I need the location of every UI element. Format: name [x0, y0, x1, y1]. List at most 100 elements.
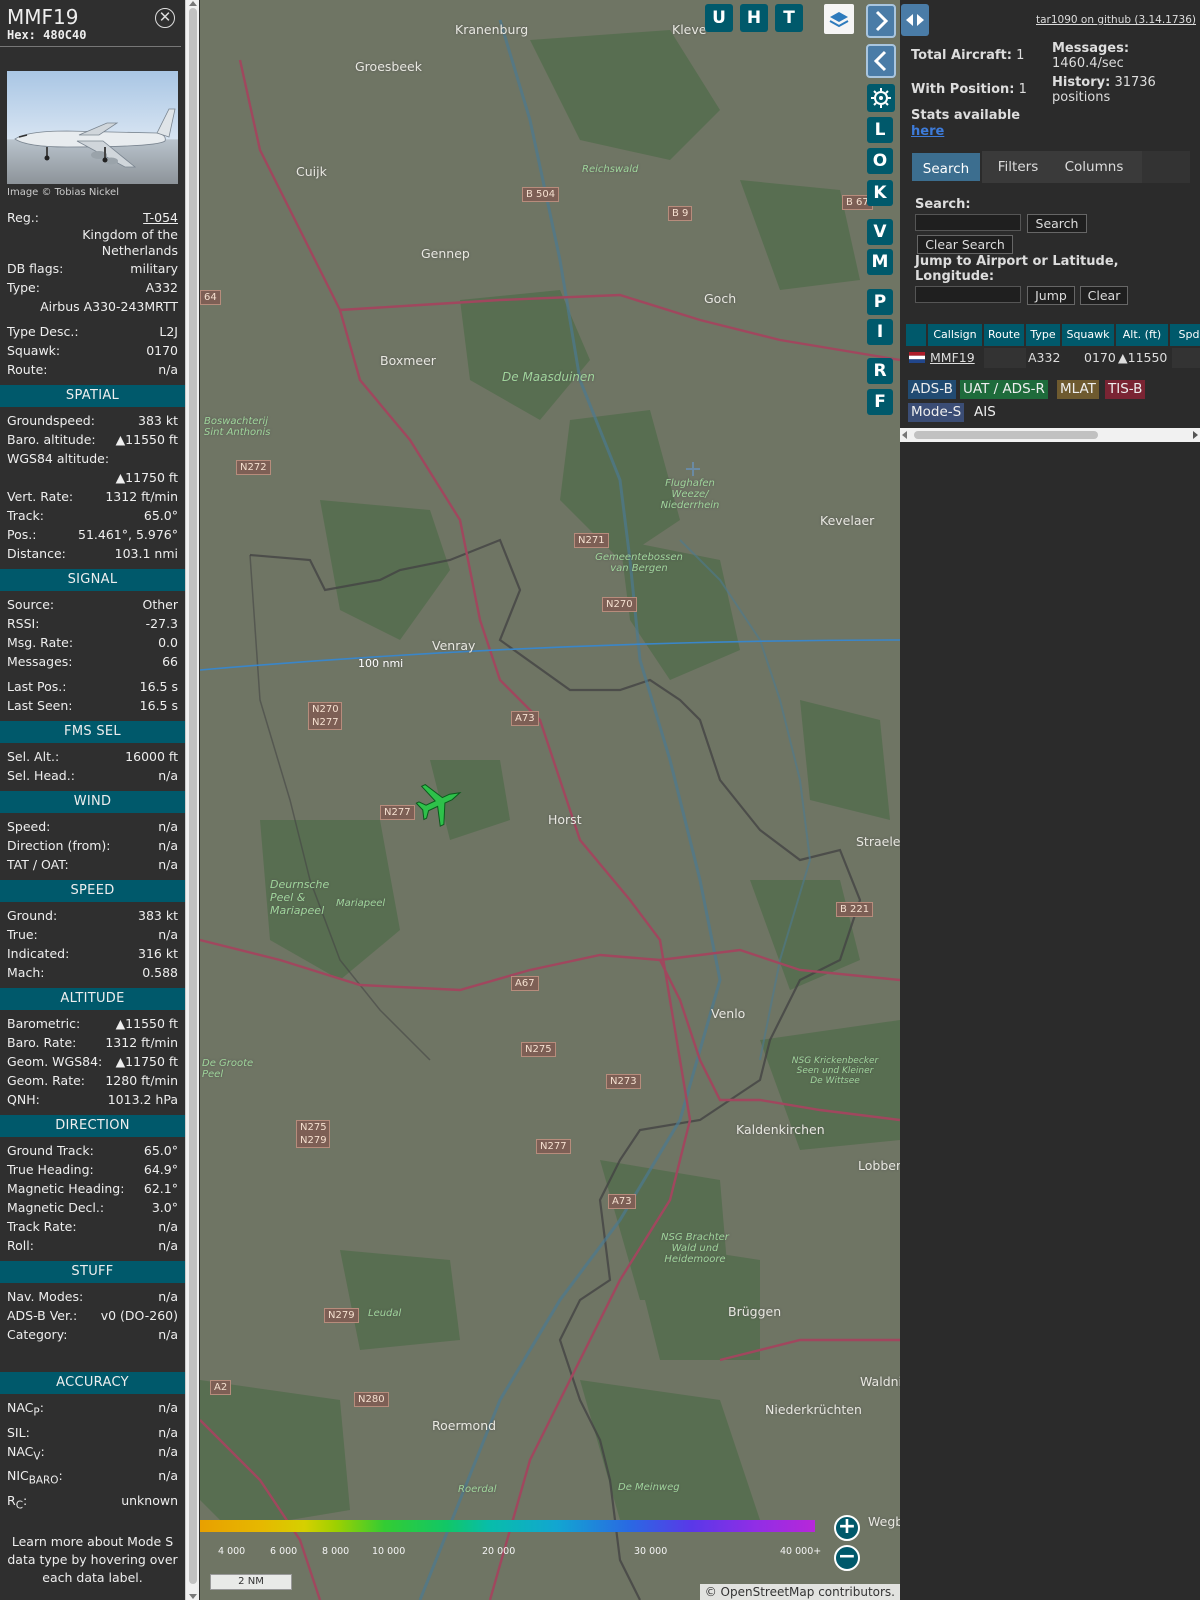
- map-button-u[interactable]: U: [705, 4, 733, 32]
- nacp-value: n/a: [158, 1400, 178, 1415]
- road-shield: A73: [608, 1194, 636, 1209]
- clear-button[interactable]: Clear: [1080, 286, 1128, 305]
- map-button-o[interactable]: O: [867, 148, 893, 174]
- type-full: Airbus A330-243MRTT: [40, 299, 178, 314]
- area-label: Gemeentebossen van Bergen: [595, 552, 683, 574]
- geom-value: ▲11750 ft: [115, 1054, 178, 1069]
- hscroll-thumb[interactable]: [914, 431, 1098, 439]
- area-label: NSG Krickenbecker Seen und Kleiner De Wi…: [791, 1056, 879, 1086]
- close-icon[interactable]: ✕: [155, 8, 175, 28]
- tab-filters[interactable]: Filters: [988, 151, 1048, 183]
- adsbver-row: ADS-B Ver.: v0 (DO-260): [0, 1306, 185, 1325]
- barometric-label: Barometric:: [7, 1016, 81, 1031]
- column-header-altitude[interactable]: Alt. (ft): [1116, 324, 1170, 346]
- search-button[interactable]: Search: [1027, 214, 1087, 233]
- settings-button[interactable]: [867, 84, 895, 112]
- type-value: A332: [145, 280, 178, 295]
- geomrate-value: 1280 ft/min: [105, 1073, 178, 1088]
- map-button-t[interactable]: T: [775, 4, 803, 32]
- nic-label-sub: BARO: [28, 1474, 59, 1487]
- scroll-thumb[interactable]: [189, 8, 197, 1584]
- reg-label: Reg.:: [7, 210, 39, 225]
- zoom-out-button[interactable]: −: [834, 1545, 860, 1571]
- source-badge-modes: Mode-S: [908, 403, 965, 422]
- road-shield: N277: [380, 805, 415, 820]
- vrate-label: Vert. Rate:: [7, 489, 74, 504]
- scroll-down-arrow-icon[interactable]: [189, 1594, 197, 1599]
- trate-row: Track Rate: n/a: [0, 1217, 185, 1236]
- legend-tick: 10 000: [372, 1546, 406, 1557]
- thead-row: True Heading: 64.9°: [0, 1160, 185, 1179]
- gtrack-label: Ground Track:: [7, 1143, 94, 1158]
- modes-help-note: Learn more about Mode S data type by hov…: [7, 1534, 178, 1585]
- github-link[interactable]: tar1090 on github (3.14.1736): [1036, 14, 1196, 26]
- tab-search[interactable]: Search: [910, 151, 982, 183]
- road-shield: N272: [236, 460, 271, 475]
- map-button-m[interactable]: M: [867, 249, 893, 275]
- range-ring-label: 100 nmi: [358, 657, 404, 670]
- tab-empty[interactable]: [1142, 151, 1190, 183]
- row-callsign[interactable]: MMF19: [930, 348, 975, 368]
- jump-input[interactable]: [915, 286, 1021, 303]
- zoom-in-button[interactable]: +: [834, 1515, 860, 1541]
- osm-link[interactable]: OpenStreetMap: [721, 1585, 815, 1599]
- qnh-value: 1013.2 hPa: [107, 1092, 178, 1107]
- source-badge-adsb: ADS-B: [908, 380, 956, 399]
- tat-row: TAT / OAT: n/a: [0, 855, 185, 874]
- map-button-r[interactable]: R: [867, 358, 893, 384]
- legend-tick: 6 000: [270, 1546, 298, 1557]
- map-button-p[interactable]: P: [867, 289, 893, 315]
- tab-columns[interactable]: Columns: [1054, 151, 1134, 183]
- section-speed: SPEED: [0, 880, 185, 902]
- section-spatial: SPATIAL: [0, 385, 185, 407]
- layers-button[interactable]: [824, 4, 854, 34]
- scroll-right-arrow-icon[interactable]: [1193, 431, 1198, 439]
- map-button-i[interactable]: I: [867, 319, 893, 345]
- aircraft-photo[interactable]: [7, 71, 178, 184]
- map-button-h[interactable]: H: [740, 4, 768, 32]
- place-label: Boxmeer: [380, 353, 436, 368]
- clear-search-button[interactable]: Clear Search: [917, 235, 1013, 254]
- nacp-row: NACP: n/a: [0, 1398, 185, 1423]
- table-horizontal-scrollbar[interactable]: [900, 428, 1200, 442]
- toggle-sidebar-button[interactable]: [901, 4, 929, 36]
- map-button-k[interactable]: K: [867, 180, 893, 206]
- map-button-f[interactable]: F: [867, 389, 893, 415]
- search-input[interactable]: [915, 214, 1021, 231]
- place-label: Wegbe: [868, 1514, 900, 1529]
- thead-label: True Heading:: [7, 1162, 94, 1177]
- column-header-flag[interactable]: [906, 324, 928, 346]
- nacv-label-main: NAC: [7, 1443, 34, 1459]
- layers-icon: [829, 12, 849, 28]
- info-panel-scrollbar[interactable]: [185, 0, 199, 1600]
- column-header-squawk[interactable]: Squawk: [1062, 324, 1116, 346]
- track-label: Track:: [7, 508, 44, 523]
- column-header-type[interactable]: Type: [1026, 324, 1062, 346]
- collapse-sidebar-button[interactable]: [866, 44, 896, 78]
- jump-label: Jump to Airport or Latitude, Longitude:: [915, 254, 1119, 284]
- section-altitude: ALTITUDE: [0, 988, 185, 1010]
- map-button-v[interactable]: V: [867, 219, 893, 245]
- selalt-label: Sel. Alt.:: [7, 749, 60, 764]
- true-row: True: n/a: [0, 925, 185, 944]
- column-header-speed[interactable]: Spd: [1170, 324, 1200, 346]
- nic-value: n/a: [158, 1468, 178, 1483]
- nacv-label-sub: V: [33, 1450, 41, 1462]
- geomrate-row: Geom. Rate: 1280 ft/min: [0, 1071, 185, 1090]
- row-type: A332: [1028, 350, 1061, 365]
- source-value: Other: [142, 597, 179, 612]
- registration-link[interactable]: T-054: [143, 208, 178, 227]
- expand-sidebar-button[interactable]: [866, 4, 896, 38]
- scroll-up-arrow-icon[interactable]: [189, 1, 197, 6]
- place-label: Kaldenkirchen: [736, 1122, 825, 1137]
- row-speed: [1172, 348, 1200, 368]
- jump-button[interactable]: Jump: [1027, 286, 1075, 305]
- column-header-route[interactable]: Route: [984, 324, 1026, 346]
- map-button-l[interactable]: L: [867, 117, 893, 143]
- map-view[interactable]: Kranenburg Kleve Groesbeek Cuijk Gennep …: [200, 0, 900, 1600]
- stats-link[interactable]: here: [911, 124, 944, 139]
- aircraft-hex: Hex: 480C40: [7, 28, 87, 42]
- thead-value: 64.9°: [143, 1162, 178, 1177]
- scroll-left-arrow-icon[interactable]: [902, 431, 907, 439]
- column-header-callsign[interactable]: Callsign: [928, 324, 984, 346]
